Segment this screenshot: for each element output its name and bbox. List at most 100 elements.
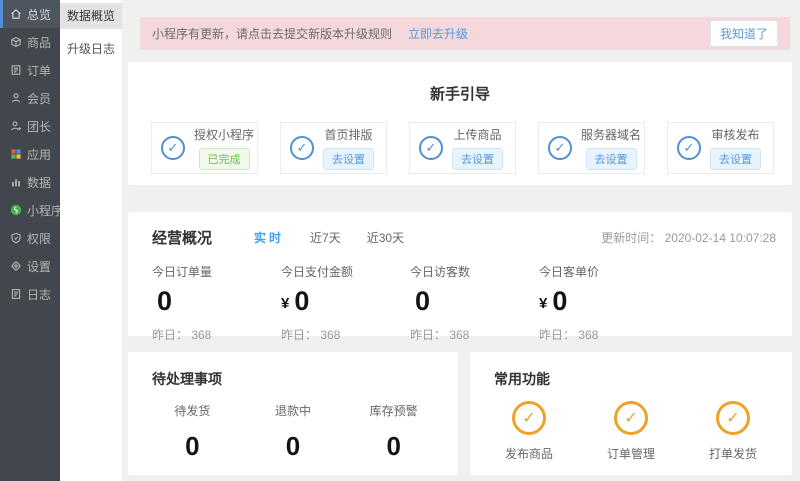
sidebar-item-miniprogram[interactable]: 小程序 xyxy=(0,196,60,224)
currency-symbol: ¥ xyxy=(281,295,289,312)
stat-value: ¥0 xyxy=(281,287,410,317)
sidebar-item-logs[interactable]: 日志 xyxy=(0,280,60,308)
submenu-item-data-overview[interactable]: 数据概览 xyxy=(60,3,122,29)
submenu-item-upgrade-log[interactable]: 升级日志 xyxy=(60,36,122,62)
stat-label: 今日支付金额 xyxy=(281,263,410,280)
guide-step-upload-goods: ✓ 上传商品 去设置 xyxy=(409,122,516,174)
pending-to-ship[interactable]: 待发货 0 xyxy=(142,402,243,462)
go-setup-button[interactable]: 去设置 xyxy=(323,148,374,170)
guide-step-label: 审核发布 xyxy=(711,126,759,143)
guide-step-label: 授权小程序 xyxy=(194,126,254,143)
go-setup-button[interactable]: 去设置 xyxy=(586,148,637,170)
stat-label: 今日订单量 xyxy=(152,263,281,280)
secondary-sidebar: 数据概览 升级日志 xyxy=(60,0,122,481)
sidebar-item-orders[interactable]: 订单 xyxy=(0,56,60,84)
sidebar-item-overview[interactable]: 总览 xyxy=(0,0,60,28)
home-icon xyxy=(9,8,22,21)
sidebar-item-label: 会员 xyxy=(27,90,51,107)
stat-today-payment: 今日支付金额 ¥0 昨日： 368 xyxy=(281,263,410,343)
stat-value: 0 xyxy=(410,287,539,317)
miniprogram-icon xyxy=(9,204,22,217)
todo-label: 库存预警 xyxy=(343,402,444,419)
guide-step-review-publish: ✓ 审核发布 去设置 xyxy=(667,122,774,174)
sidebar-item-settings[interactable]: 设置 xyxy=(0,252,60,280)
check-circle-icon: ✓ xyxy=(548,136,572,160)
stat-value: 0 xyxy=(152,287,281,317)
business-overview-card: 经营概况 实时 近7天 近30天 更新时间： 2020-02-14 10:07:… xyxy=(128,212,792,336)
tab-last-7-days[interactable]: 近7天 xyxy=(310,229,341,246)
todo-label: 待发货 xyxy=(142,402,243,419)
common-functions-title: 常用功能 xyxy=(470,352,792,389)
sidebar-item-members[interactable]: 会员 xyxy=(0,84,60,112)
overview-header: 经营概况 实时 近7天 近30天 更新时间： 2020-02-14 10:07:… xyxy=(128,212,792,248)
sidebar-item-team-leader[interactable]: 团长 xyxy=(0,112,60,140)
banner-message: 小程序有更新，请点击去提交新版本升级规则 xyxy=(152,25,392,42)
shield-icon xyxy=(9,232,22,245)
check-circle-icon: ✓ xyxy=(677,136,701,160)
stat-yesterday: 昨日： 368 xyxy=(410,326,539,343)
sidebar-item-label: 商品 xyxy=(27,34,51,51)
sidebar-item-label: 日志 xyxy=(27,286,51,303)
stat-yesterday: 昨日： 368 xyxy=(152,326,281,343)
sidebar-item-label: 权限 xyxy=(27,230,51,247)
tab-realtime[interactable]: 实时 xyxy=(254,229,284,246)
go-setup-button[interactable]: 去设置 xyxy=(710,148,761,170)
completed-button[interactable]: 已完成 xyxy=(199,148,250,170)
pending-tasks-title: 待处理事项 xyxy=(128,352,458,389)
got-it-button[interactable]: 我知道了 xyxy=(710,20,778,47)
sidebar-item-label: 小程序 xyxy=(27,202,63,219)
pending-tasks-card: 待处理事项 待发货 0 退款中 0 库存预警 0 xyxy=(128,352,458,475)
newbie-guide-card: 新手引导 ✓ 授权小程序 已完成 ✓ 首页排版 去设置 ✓ 上传商品 去设置 ✓ xyxy=(128,62,792,185)
guide-title: 新手引导 xyxy=(128,62,792,104)
guide-step-label: 服务器域名 xyxy=(581,126,641,143)
check-circle-icon: ✓ xyxy=(716,401,750,435)
stat-yesterday: 昨日： 368 xyxy=(539,326,668,343)
stat-today-orders: 今日订单量 0 昨日： 368 xyxy=(152,263,281,343)
check-circle-icon: ✓ xyxy=(161,136,185,160)
sidebar-item-label: 设置 xyxy=(27,258,51,275)
guide-step-label: 首页排版 xyxy=(324,126,372,143)
shortcut-publish-goods[interactable]: ✓ 发布商品 xyxy=(478,401,580,462)
sidebar-item-permissions[interactable]: 权限 xyxy=(0,224,60,252)
stock-alerts[interactable]: 库存预警 0 xyxy=(343,402,444,462)
overview-title: 经营概况 xyxy=(152,227,212,248)
guide-step-home-layout: ✓ 首页排版 去设置 xyxy=(280,122,387,174)
go-setup-button[interactable]: 去设置 xyxy=(452,148,503,170)
shortcut-label: 发布商品 xyxy=(505,445,553,462)
sidebar-item-data[interactable]: 数据 xyxy=(0,168,60,196)
overview-tabs: 实时 近7天 近30天 xyxy=(254,229,404,246)
shortcuts-row: ✓ 发布商品 ✓ 订单管理 ✓ 打单发货 xyxy=(470,401,792,462)
bar-chart-icon xyxy=(9,176,22,189)
common-functions-card: 常用功能 ✓ 发布商品 ✓ 订单管理 ✓ 打单发货 xyxy=(470,352,792,475)
updated-timestamp: 更新时间： 2020-02-14 10:07:28 xyxy=(601,229,776,246)
sidebar-item-label: 总览 xyxy=(27,6,51,23)
stat-today-avg-order-value: 今日客单价 ¥0 昨日： 368 xyxy=(539,263,668,343)
shortcut-order-management[interactable]: ✓ 订单管理 xyxy=(580,401,682,462)
member-icon xyxy=(9,92,22,105)
tab-last-30-days[interactable]: 近30天 xyxy=(367,229,404,246)
pending-refunds[interactable]: 退款中 0 xyxy=(243,402,344,462)
sidebar-item-label: 订单 xyxy=(27,62,51,79)
currency-symbol: ¥ xyxy=(539,295,547,312)
sidebar-item-apps[interactable]: 应用 xyxy=(0,140,60,168)
stat-label: 今日客单价 xyxy=(539,263,668,280)
todo-value: 0 xyxy=(243,431,344,462)
check-circle-icon: ✓ xyxy=(614,401,648,435)
overview-stats-row: 今日订单量 0 昨日： 368 今日支付金额 ¥0 昨日： 368 今日访客数 … xyxy=(128,263,792,343)
apps-grid-icon xyxy=(9,148,22,161)
stat-value: ¥0 xyxy=(539,287,668,317)
order-icon xyxy=(9,64,22,77)
update-banner: 小程序有更新，请点击去提交新版本升级规则 立即去升级 我知道了 xyxy=(140,17,790,50)
primary-sidebar: 总览 商品 订单 会员 团长 应用 数据 xyxy=(0,0,60,481)
shortcut-label: 打单发货 xyxy=(709,445,757,462)
check-circle-icon: ✓ xyxy=(419,136,443,160)
log-file-icon xyxy=(9,288,22,301)
team-leader-icon xyxy=(9,120,22,133)
shortcut-print-and-ship[interactable]: ✓ 打单发货 xyxy=(682,401,784,462)
sidebar-item-goods[interactable]: 商品 xyxy=(0,28,60,56)
stat-today-visitors: 今日访客数 0 昨日： 368 xyxy=(410,263,539,343)
upgrade-now-link[interactable]: 立即去升级 xyxy=(408,25,468,42)
todo-value: 0 xyxy=(142,431,243,462)
sidebar-item-label: 数据 xyxy=(27,174,51,191)
todo-value: 0 xyxy=(343,431,444,462)
